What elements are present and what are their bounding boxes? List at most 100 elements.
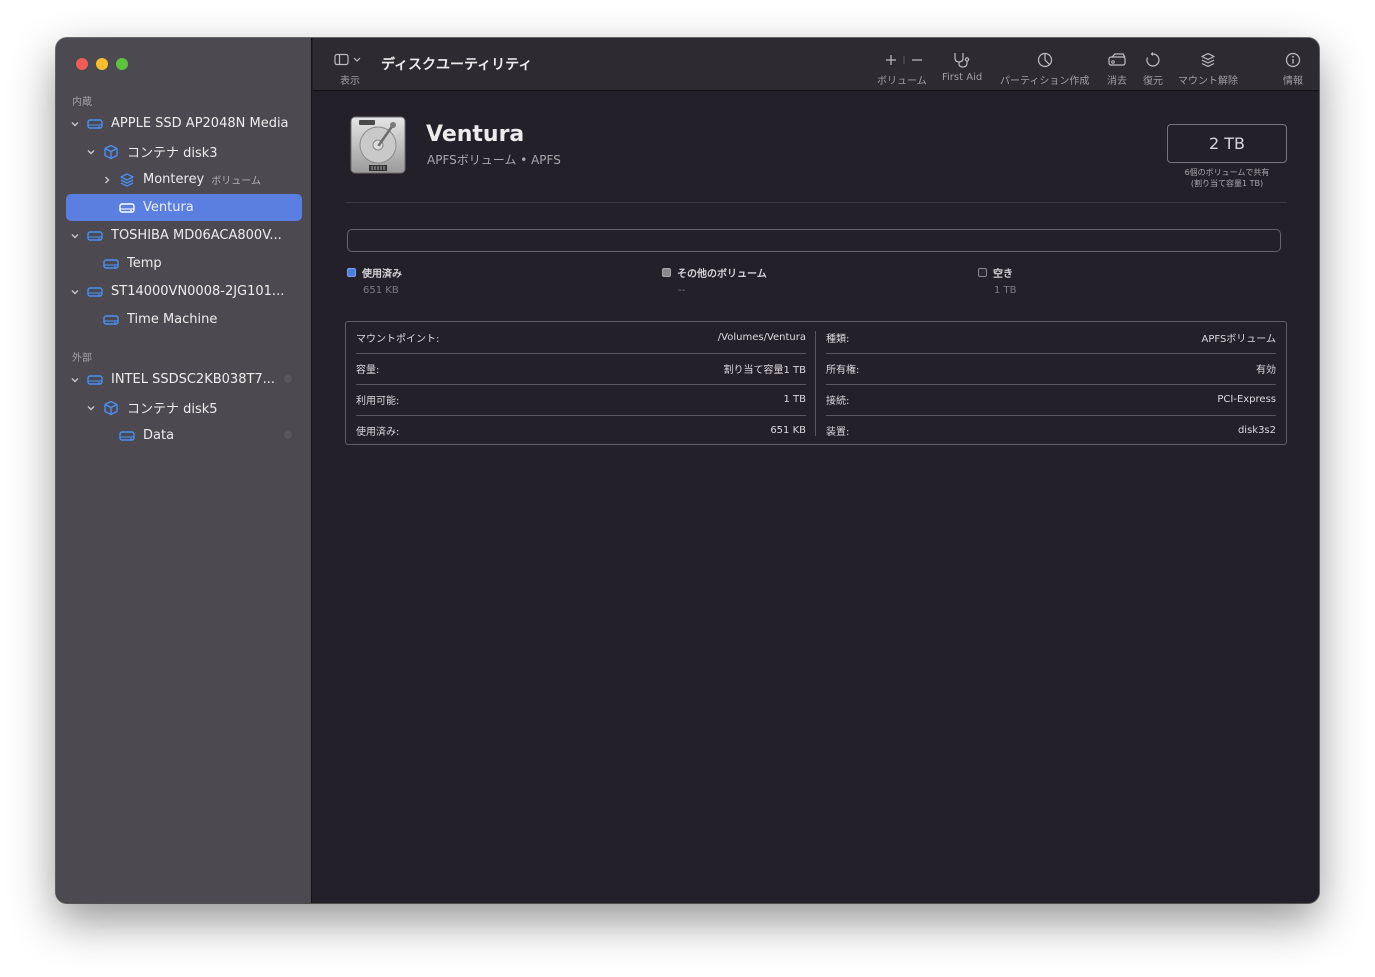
drive-icon xyxy=(86,228,104,244)
toolbar-erase-button[interactable]: 消去 xyxy=(1106,50,1128,87)
sidebar-item-data[interactable]: Data xyxy=(66,422,302,449)
info-key: 使用済み: xyxy=(356,427,400,438)
legend-other-value: -- xyxy=(678,285,686,296)
legend-used-swatch xyxy=(347,268,356,277)
view-label: 表示 xyxy=(340,76,360,87)
info-row-available: 利用可能: 1 TB xyxy=(356,384,806,415)
capacity-note: 6個のボリュームで共有 (割り当て容量1 TB) xyxy=(1167,167,1287,189)
drive-icon xyxy=(86,284,104,300)
drive-icon xyxy=(86,372,104,388)
chevron-down-icon[interactable] xyxy=(68,373,82,387)
sidebar-item-label: APPLE SSD AP2048N Media xyxy=(111,116,289,131)
column-separator xyxy=(815,331,816,436)
legend-free-swatch xyxy=(978,268,987,277)
volume-name: Ventura xyxy=(426,122,525,147)
toolbar-label: 復元 xyxy=(1143,76,1163,87)
toolbar-label: First Aid xyxy=(942,72,983,83)
chevron-right-icon[interactable] xyxy=(100,173,114,187)
toolbar-partition-button[interactable]: パーティション作成 xyxy=(1000,50,1089,87)
toolbar-label: パーティション作成 xyxy=(1000,76,1090,87)
legend-other-label: その他のボリューム xyxy=(677,269,767,280)
legend-free-value: 1 TB xyxy=(994,285,1017,296)
toolbar-unmount-button[interactable]: マウント解除 xyxy=(1178,50,1238,87)
close-button[interactable] xyxy=(76,58,88,70)
sidebar-item-temp[interactable]: Temp xyxy=(66,250,302,277)
info-value: 割り当て容量1 TB xyxy=(723,365,806,376)
chevron-down-icon[interactable] xyxy=(84,145,98,159)
sidebar-item-container-disk5[interactable]: コンテナ disk5 xyxy=(66,394,302,421)
info-row-device: 装置: disk3s2 xyxy=(826,415,1276,446)
info-icon xyxy=(1284,50,1302,70)
legend-free-label: 空き xyxy=(993,269,1013,280)
drive-icon xyxy=(102,256,120,272)
restore-icon xyxy=(1144,50,1162,70)
sidebar-item-label: Time Machine xyxy=(127,312,218,327)
internal-drive-icon xyxy=(349,115,407,179)
info-key: 装置: xyxy=(826,427,850,438)
info-key: 種類: xyxy=(826,334,850,345)
toolbar: 表示 ディスクユーティリティ ボリューム First Aid パーティション作成 xyxy=(313,38,1319,91)
legend-used-label: 使用済み xyxy=(362,269,402,280)
chevron-down-icon[interactable] xyxy=(84,401,98,415)
pie-icon xyxy=(1036,50,1054,70)
sidebar-item-container-disk3[interactable]: コンテナ disk3 xyxy=(66,138,302,165)
legend-used-value: 651 KB xyxy=(363,285,399,296)
info-row-capacity: 容量: 割り当て容量1 TB xyxy=(356,353,806,384)
sidebar-item-ventura[interactable]: Ventura xyxy=(66,194,302,221)
sidebar-item-sublabel: ボリューム xyxy=(211,176,261,187)
sidebar-item-label: Temp xyxy=(127,256,162,271)
container-icon xyxy=(102,144,120,160)
info-value: 有効 xyxy=(1256,365,1276,376)
app-title: ディスクユーティリティ xyxy=(381,57,533,73)
sidebar: 内蔵 APPLE SSD AP2048N Media コンテナ disk3 Mo… xyxy=(56,38,312,903)
legend-free: 空き xyxy=(978,265,1013,280)
chevron-down-icon[interactable] xyxy=(68,117,82,131)
toolbar-label: 情報 xyxy=(1283,76,1303,87)
chevron-down-icon[interactable] xyxy=(68,229,82,243)
toolbar-volume-button[interactable]: ボリューム xyxy=(877,50,927,87)
drive-icon xyxy=(102,312,120,328)
main-panel: Ventura APFSボリューム • APFS 2 TB 6個のボリュームで共… xyxy=(313,92,1319,903)
sidebar-item-label: Ventura xyxy=(143,200,194,215)
toolbar-first-aid-button[interactable]: First Aid xyxy=(942,50,982,83)
sidebar-item-st14000[interactable]: ST14000VN0008-2JG101... xyxy=(66,278,302,305)
info-key: マウントポイント: xyxy=(356,334,440,345)
sidebar-item-intel-ssd[interactable]: INTEL SSDSC2KB038T7... xyxy=(66,366,302,393)
chevron-down-icon[interactable] xyxy=(68,285,82,299)
info-value: PCI-Express xyxy=(1217,394,1276,405)
info-value: APFSボリューム xyxy=(1201,334,1277,345)
disk-utility-window: 内蔵 APPLE SSD AP2048N Media コンテナ disk3 Mo… xyxy=(56,38,1319,903)
eject-icon[interactable] xyxy=(284,375,292,383)
container-icon xyxy=(102,400,120,416)
legend-used: 使用済み xyxy=(347,265,402,280)
info-value: 651 KB xyxy=(770,425,806,436)
sidebar-item-label: Monterey xyxy=(143,172,205,187)
sidebar-item-monterey[interactable]: Monterey ボリューム xyxy=(66,166,302,193)
toolbar-info-button[interactable]: 情報 xyxy=(1283,50,1303,87)
sidebar-item-toshiba[interactable]: TOSHIBA MD06ACA800V... xyxy=(66,222,302,249)
sidebar-item-time-machine[interactable]: Time Machine xyxy=(66,306,302,333)
eraser-icon xyxy=(1106,50,1128,70)
drive-icon xyxy=(118,200,136,216)
sidebar-item-label: Data xyxy=(143,428,175,443)
plus-minus-icon xyxy=(878,50,926,70)
sidebar-item-apple-ssd[interactable]: APPLE SSD AP2048N Media xyxy=(66,110,302,137)
section-internal: 内蔵 xyxy=(72,97,92,108)
view-button[interactable]: 表示 xyxy=(333,50,367,87)
sidebar-item-label: コンテナ disk3 xyxy=(127,146,218,161)
info-table: マウントポイント: /Volumes/Ventura 容量: 割り当て容量1 T… xyxy=(345,321,1287,445)
toolbar-label: 消去 xyxy=(1107,76,1127,87)
info-value: 1 TB xyxy=(783,394,806,405)
legend-other-volumes: その他のボリューム xyxy=(662,265,767,280)
drive-icon xyxy=(118,428,136,444)
capacity-box: 2 TB xyxy=(1167,124,1287,163)
zoom-button[interactable] xyxy=(116,58,128,70)
minimize-button[interactable] xyxy=(96,58,108,70)
section-external: 外部 xyxy=(72,353,92,364)
info-value: disk3s2 xyxy=(1237,425,1276,436)
window-controls xyxy=(76,58,128,70)
eject-icon[interactable] xyxy=(284,431,292,439)
toolbar-restore-button[interactable]: 復元 xyxy=(1143,50,1163,87)
sidebar-item-label: INTEL SSDSC2KB038T7... xyxy=(111,372,276,387)
info-row-ownership: 所有権: 有効 xyxy=(826,353,1276,384)
